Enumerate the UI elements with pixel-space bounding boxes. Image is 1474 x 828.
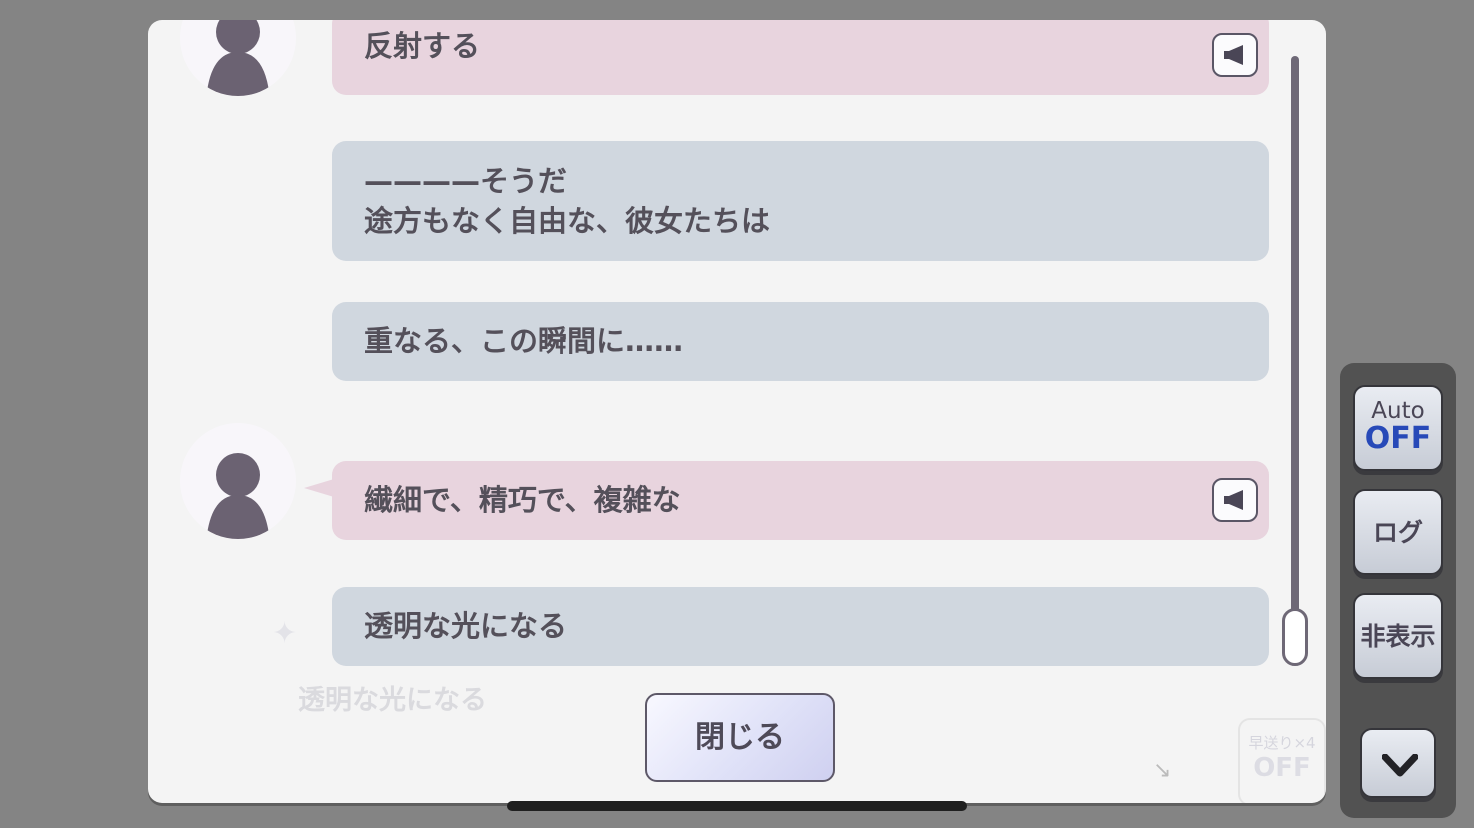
log-entry-narration: 透明な光になる	[332, 587, 1269, 666]
fast-forward-button: 早送り×4 OFF	[1238, 718, 1326, 803]
chevron-down-icon	[1382, 754, 1418, 777]
home-indicator	[507, 801, 967, 811]
log-scrollbar-thumb[interactable]	[1282, 608, 1308, 666]
log-entry-narration: ————そうだ 途方もなく自由な、彼女たちは	[332, 141, 1269, 261]
log-entry-text: 繊細で、精巧で、複雑な	[364, 483, 681, 517]
auto-button[interactable]: Auto OFF	[1353, 385, 1443, 471]
voice-replay-button[interactable]	[1212, 478, 1258, 522]
log-button-label: ログ	[1372, 518, 1423, 547]
log-entry-text: ————そうだ 途方もなく自由な、彼女たちは	[364, 164, 771, 238]
speaker-avatar	[180, 20, 296, 96]
silhouette-icon	[206, 20, 270, 96]
speaker-icon	[1224, 490, 1243, 510]
voice-replay-button[interactable]	[1212, 33, 1258, 77]
speech-bubble-tail	[304, 479, 334, 497]
log-entry-text: 透明な光になる	[364, 609, 568, 643]
log-button[interactable]: ログ	[1353, 489, 1443, 575]
silhouette-icon	[206, 453, 270, 539]
log-dialog: ✦ 透明な光になる ↘ 早送り×4 OFF 反射する ————そうだ 途方もなく…	[148, 20, 1326, 803]
hide-ui-label: 非表示	[1360, 622, 1436, 651]
log-entry-narration: 重なる、この瞬間に……	[332, 302, 1269, 381]
log-entry-speech: 繊細で、精巧で、複雑な	[332, 461, 1269, 540]
sparkle-icon: ✦	[272, 616, 298, 651]
hide-ui-button[interactable]: 非表示	[1353, 593, 1443, 679]
log-entry-text: 反射する	[364, 29, 481, 63]
close-button[interactable]: 閉じる	[645, 693, 835, 782]
background-message-text: 透明な光になる	[298, 685, 487, 716]
log-entry-text: 重なる、この瞬間に……	[364, 324, 684, 358]
speaker-icon	[1224, 45, 1243, 65]
collapse-menu-button[interactable]	[1360, 728, 1436, 798]
auto-state: OFF	[1364, 421, 1432, 456]
fast-forward-state: OFF	[1253, 753, 1311, 783]
log-entry-speech: 反射する	[332, 20, 1269, 95]
next-arrow-icon: ↘	[1153, 758, 1172, 783]
auto-label: Auto	[1371, 398, 1425, 424]
speaker-avatar	[180, 423, 296, 539]
side-control-panel: Auto OFF ログ 非表示	[1340, 363, 1456, 818]
log-scrollbar-track[interactable]	[1291, 56, 1299, 656]
fast-forward-label: 早送り×4	[1248, 734, 1316, 752]
